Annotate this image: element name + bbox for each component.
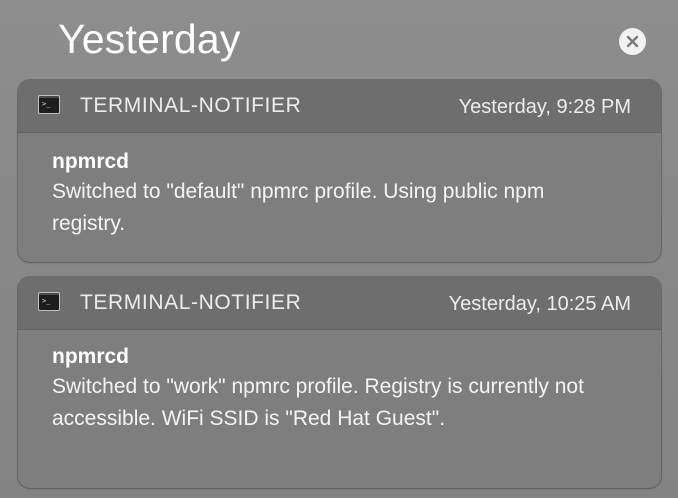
section-title: Yesterday [58,16,241,62]
terminal-icon: >_ [38,292,60,311]
notification-card[interactable]: >_ TERMINAL-NOTIFIER Yesterday, 9:28 PM … [18,80,661,262]
close-icon [626,35,639,48]
notification-header: >_ TERMINAL-NOTIFIER Yesterday, 10:25 AM [18,277,661,330]
notification-time: Yesterday, 10:25 AM [448,293,631,315]
app-name: TERMINAL-NOTIFIER [80,94,302,117]
app-name: TERMINAL-NOTIFIER [80,291,302,314]
notification-title: npmrcd [52,345,130,368]
notification-header: >_ TERMINAL-NOTIFIER Yesterday, 9:28 PM [18,80,661,133]
clear-section-button[interactable] [619,28,646,55]
notification-section-header: Yesterday [0,0,678,78]
terminal-icon: >_ [38,95,60,114]
notification-message: Switched to "work" npmrc profile. Regist… [52,375,584,430]
notification-title: npmrcd [52,150,130,173]
notification-card[interactable]: >_ TERMINAL-NOTIFIER Yesterday, 10:25 AM… [18,277,661,488]
notification-message: Switched to "default" npmrc profile. Usi… [52,180,545,235]
notification-time: Yesterday, 9:28 PM [458,96,631,118]
